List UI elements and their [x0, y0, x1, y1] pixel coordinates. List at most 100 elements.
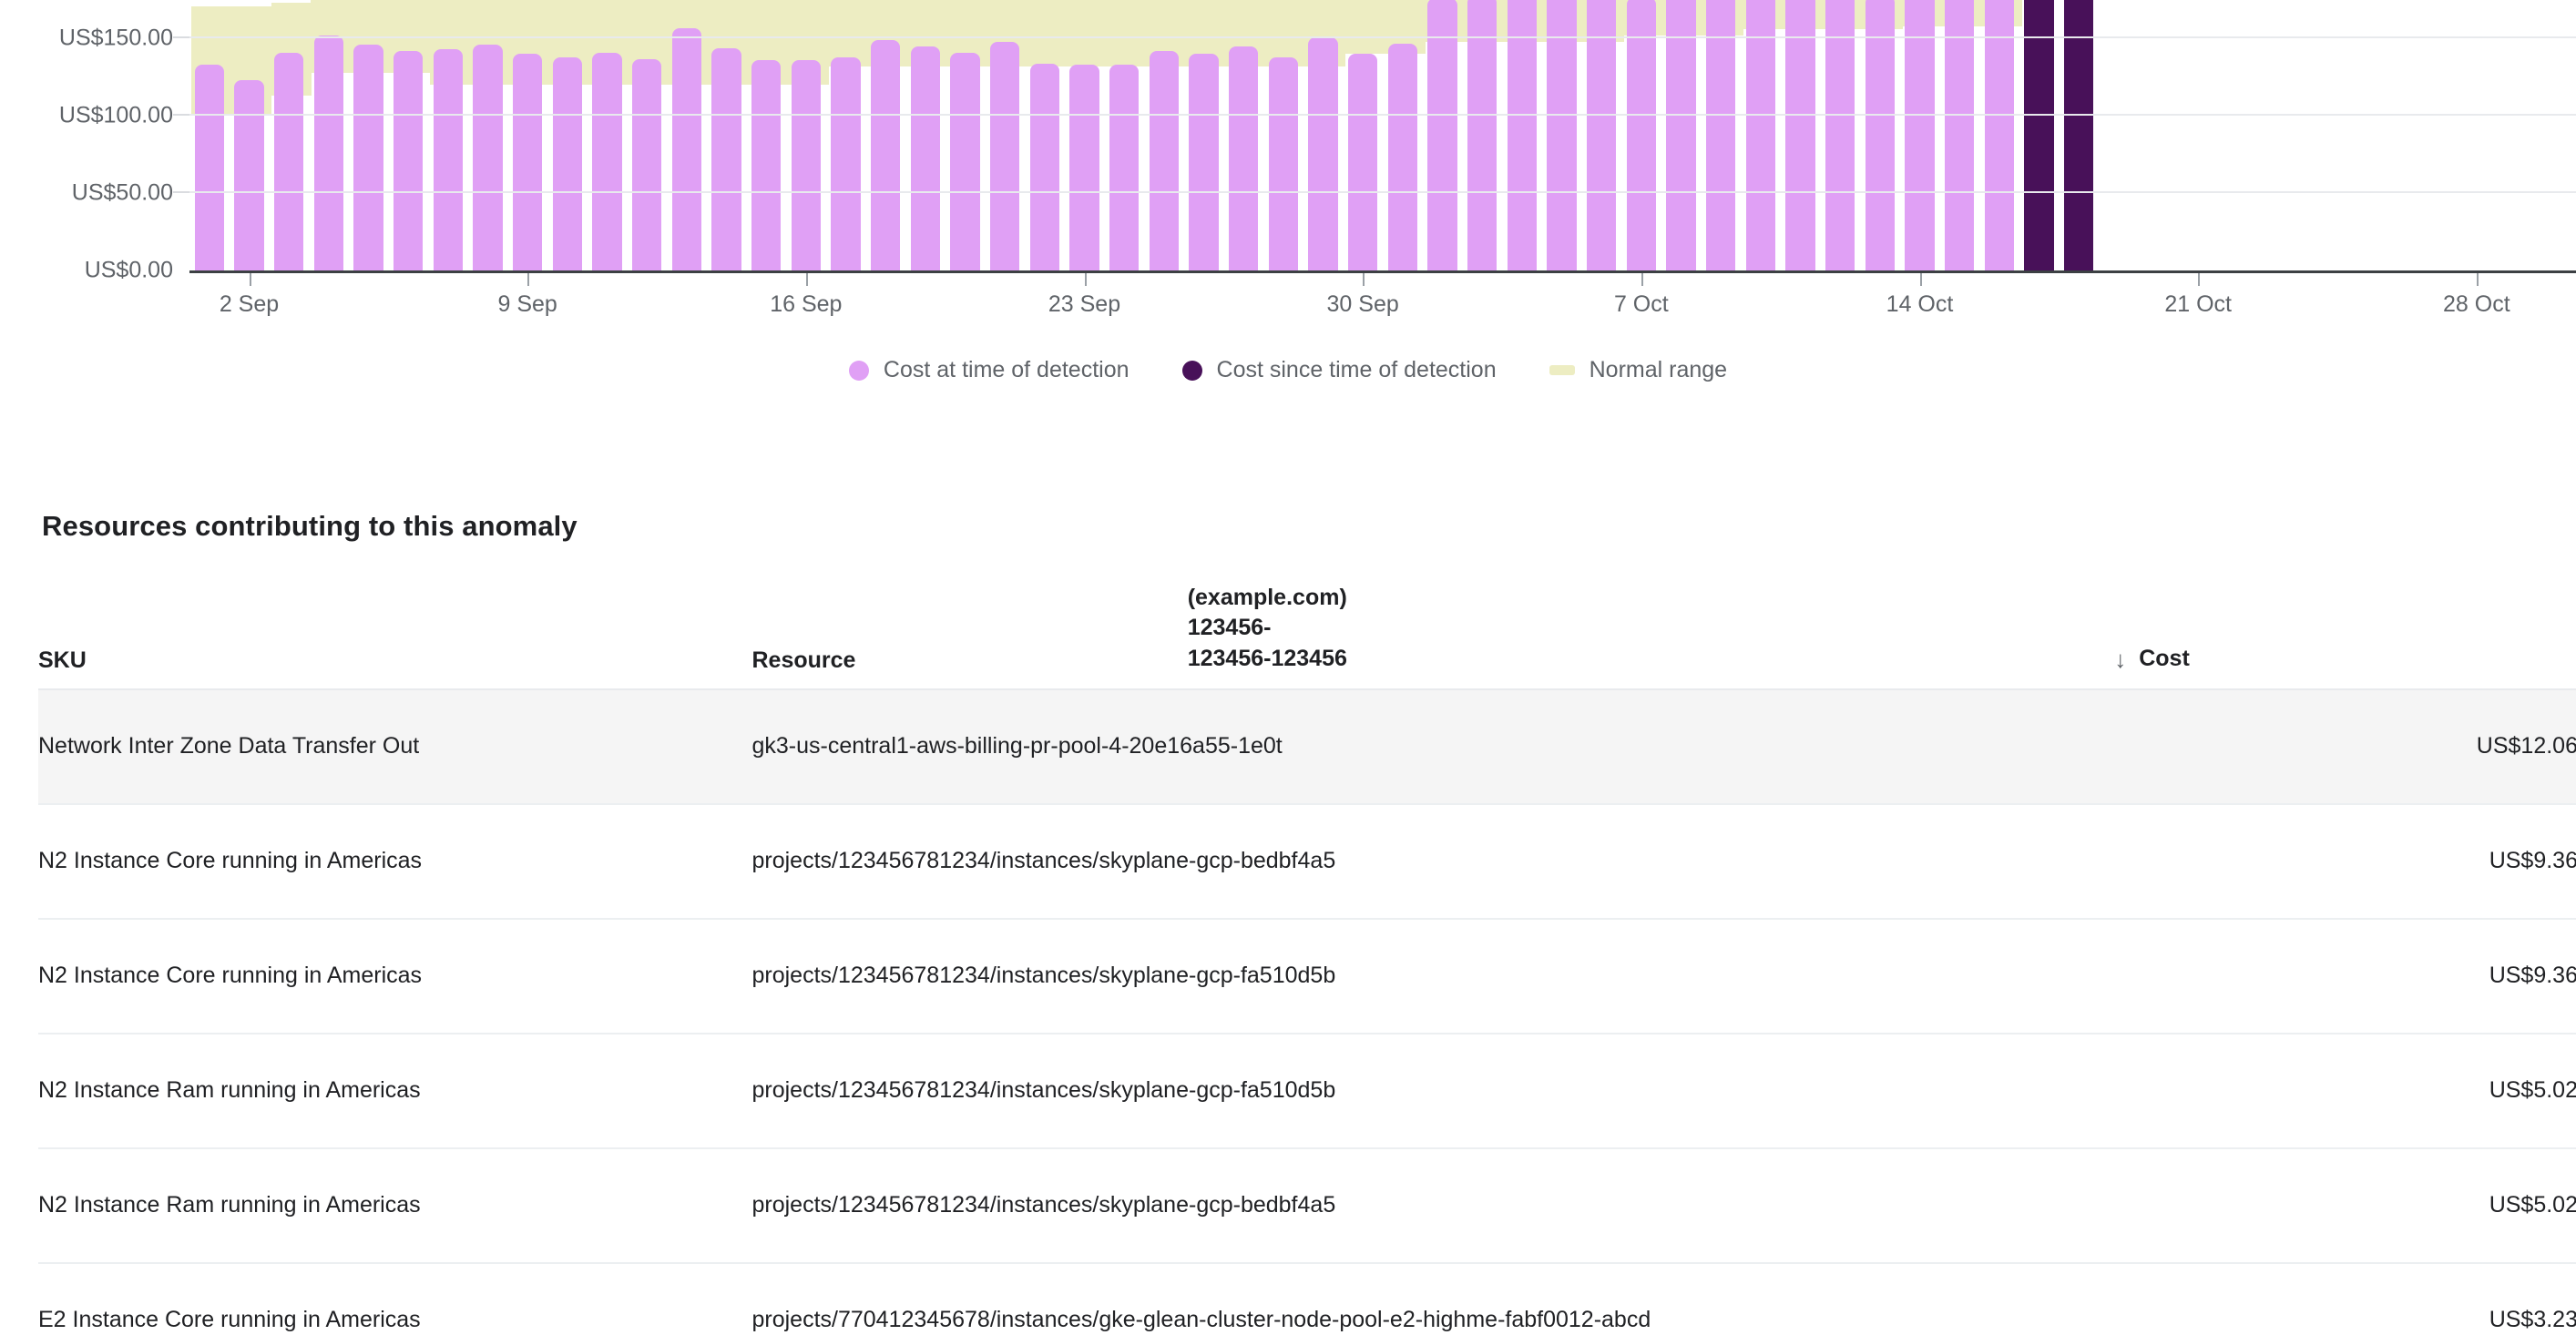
chart-bar[interactable] [1745, 0, 1775, 270]
chart-bar[interactable] [552, 56, 582, 270]
sort-descending-icon[interactable]: ↓ [2114, 647, 2126, 671]
chart-bar[interactable] [671, 27, 701, 270]
x-axis-tick [1641, 273, 1643, 286]
column-header-account[interactable]: (example.com) 123456- 123456-123456 [1187, 583, 2115, 690]
cell-sku: Network Inter Zone Data Transfer Out [38, 688, 752, 805]
cell-resource: gk3-us-central1-aws-billing-pr-pool-4-20… [751, 688, 2115, 805]
table-row[interactable]: E2 Instance Core running in Americas proj… [38, 1262, 2576, 1335]
chart-bar[interactable] [234, 80, 264, 270]
chart-bar[interactable] [1229, 46, 1259, 270]
x-axis-tick [1363, 273, 1365, 286]
table-body: Network Inter Zone Data Transfer Out gk3-… [38, 688, 2576, 1335]
chart-bar[interactable] [1189, 54, 1219, 270]
column-header-cost[interactable]: ↓ Cost [2114, 583, 2576, 690]
legend-label: Cost at time of detection [883, 357, 1130, 382]
legend-label: Normal range [1589, 357, 1728, 382]
gridline [189, 114, 2576, 117]
chart-bar[interactable] [1984, 0, 2014, 270]
y-axis-tick [173, 114, 189, 117]
chart-bar[interactable] [1587, 0, 1617, 270]
cell-sku: E2 Instance Core running in Americas [38, 1262, 752, 1335]
legend-item[interactable]: Normal range [1549, 357, 1727, 383]
y-axis-tick-label: US$150.00 [58, 25, 173, 51]
chart-bar[interactable] [1865, 0, 1895, 270]
account-line-2: 123456- [1187, 615, 1272, 641]
cell-resource: projects/770412345678/instances/gke-glea… [751, 1262, 2115, 1335]
resources-table-section: Resources contributing to this anomaly S… [0, 510, 2576, 1335]
chart-bar[interactable] [871, 40, 901, 270]
chart-bar[interactable] [313, 36, 343, 270]
cell-cost: US$12.06 [2114, 688, 2576, 805]
table-header-row: SKU Resource (example.com) 123456- 12345… [38, 583, 2576, 690]
cell-sku: N2 Instance Ram running in Americas [38, 1033, 752, 1149]
chart-bar[interactable] [791, 60, 821, 270]
chart-bar[interactable] [751, 60, 782, 270]
chart-bar[interactable] [1785, 0, 1815, 270]
legend-item[interactable]: Cost since time of detection [1181, 357, 1497, 383]
table-row[interactable]: Network Inter Zone Data Transfer Out gk3-… [38, 688, 2576, 805]
table-row[interactable]: N2 Instance Ram running in Americas proje… [38, 1033, 2576, 1149]
chart-bar[interactable] [910, 46, 940, 270]
chart-bar[interactable] [1666, 0, 1696, 270]
chart-bar[interactable] [1547, 0, 1577, 270]
chart-bar[interactable] [1905, 0, 1935, 270]
chart-bar[interactable] [513, 54, 543, 270]
x-axis-tick-label: 23 Sep [1048, 291, 1121, 317]
chart-plot-area: US$0.00 US$50.00 US$100.00 US$150.00 [0, 0, 2576, 283]
chart-bar[interactable] [2064, 0, 2094, 270]
chart-bar[interactable] [394, 51, 424, 270]
x-axis-tick [1919, 273, 1922, 286]
x-axis-tick-label: 7 Oct [1613, 291, 1669, 317]
x-axis-tick [2476, 273, 2479, 286]
chart-bar[interactable] [194, 65, 224, 270]
cell-cost: US$5.02 [2114, 1033, 2576, 1149]
chart-bar[interactable] [592, 52, 622, 270]
chart-bar[interactable] [1945, 0, 1975, 270]
x-axis-tick [805, 273, 808, 286]
chart-bar[interactable] [990, 41, 1020, 270]
chart-bar[interactable] [1268, 56, 1298, 270]
chart-bar[interactable] [1029, 63, 1059, 270]
table-row[interactable]: N2 Instance Ram running in Americas proje… [38, 1147, 2576, 1264]
y-axis-tick [173, 36, 189, 39]
chart-bar[interactable] [1427, 0, 1457, 270]
gridline [189, 36, 2576, 39]
x-axis-tick-label: 14 Oct [1886, 291, 1954, 317]
x-axis-tick [1084, 273, 1087, 286]
y-axis-labels: US$0.00 US$50.00 US$100.00 US$150.00 [0, 0, 189, 283]
cell-cost: US$9.36 [2114, 803, 2576, 920]
chart-bar[interactable] [1825, 0, 1855, 270]
chart-bar[interactable] [2024, 0, 2054, 270]
cell-resource: projects/123456781234/instances/skyplane… [751, 918, 2115, 1034]
chart-bar[interactable] [1308, 36, 1338, 270]
legend-swatch-icon [1549, 365, 1575, 375]
table-row[interactable]: N2 Instance Core running in Americas proj… [38, 803, 2576, 920]
x-axis-tick-label: 9 Sep [497, 291, 557, 317]
chart-bar[interactable] [1387, 43, 1417, 270]
chart-bar[interactable] [1149, 51, 1179, 270]
chart-bar[interactable] [1706, 0, 1736, 270]
chart-bar[interactable] [632, 58, 662, 270]
x-axis-tick-label: 21 Oct [2164, 291, 2232, 317]
column-header-sku[interactable]: SKU [38, 583, 752, 690]
chart-bar[interactable] [1109, 65, 1140, 270]
chart-bar[interactable] [274, 52, 304, 270]
chart-bar[interactable] [433, 49, 463, 270]
chart-bar[interactable] [473, 45, 503, 270]
chart-bar[interactable] [1507, 0, 1537, 270]
chart-bar[interactable] [1348, 54, 1378, 270]
chart-bar[interactable] [711, 47, 741, 270]
chart-bar[interactable] [353, 45, 383, 270]
x-axis-tick [527, 273, 530, 286]
chart-bar[interactable] [831, 56, 861, 270]
chart-bar[interactable] [950, 52, 980, 270]
chart-bar[interactable] [1069, 65, 1099, 270]
chart-bar[interactable] [1626, 0, 1656, 270]
chart-legend: Cost at time of detection Cost since time… [0, 357, 2576, 383]
table-row[interactable]: N2 Instance Core running in Americas proj… [38, 918, 2576, 1034]
column-header-resource[interactable]: Resource [751, 583, 1188, 690]
cell-sku: N2 Instance Ram running in Americas [38, 1147, 752, 1264]
legend-item[interactable]: Cost at time of detection [848, 357, 1130, 383]
chart-bar[interactable] [1467, 0, 1498, 270]
x-axis-tick-label: 30 Sep [1326, 291, 1399, 317]
